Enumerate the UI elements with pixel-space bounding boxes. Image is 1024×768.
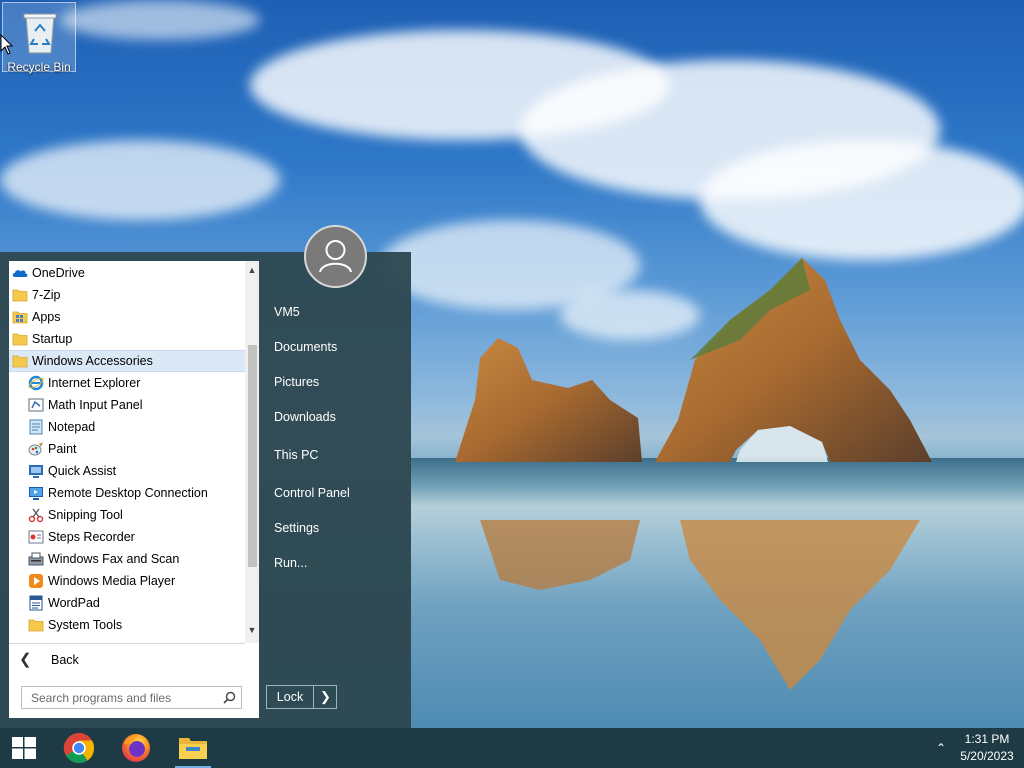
program-item-7-zip[interactable]: 7-Zip	[9, 284, 245, 306]
file-explorer-icon	[179, 738, 207, 759]
start-button[interactable]	[0, 728, 48, 768]
start-menu: OneDrive 7-Zip Apps Startup Windows Acce…	[0, 225, 411, 728]
wordpad-icon	[29, 595, 43, 611]
program-item-windows-fax-and-scan[interactable]: Windows Fax and Scan	[9, 548, 245, 570]
program-item-system-tools[interactable]: System Tools	[9, 614, 245, 636]
chevron-left-icon: ❮	[19, 651, 32, 668]
folder-icon	[12, 289, 28, 302]
user-icon	[319, 240, 352, 273]
recycle-bin-icon	[23, 13, 57, 54]
notepad-icon	[29, 419, 43, 435]
back-button[interactable]: ❮ Back	[9, 647, 245, 673]
folder-icon	[12, 355, 28, 368]
quick-assist-icon	[29, 465, 43, 478]
place-pictures[interactable]: Pictures	[262, 367, 411, 397]
place-control-panel[interactable]: Control Panel	[262, 478, 411, 508]
power-options-chevron-icon[interactable]: ❯	[314, 686, 337, 708]
clock-date: 5/20/2023	[960, 749, 1014, 763]
lock-button-group: Lock ❯	[266, 685, 337, 709]
scroll-down-arrow-icon[interactable]: ▼	[245, 623, 259, 637]
user-avatar[interactable]	[304, 225, 367, 288]
scroll-up-arrow-icon[interactable]: ▲	[245, 263, 259, 277]
program-item-windows-media-player[interactable]: Windows Media Player	[9, 570, 245, 592]
show-hidden-icons-chevron-icon[interactable]: ⌃	[930, 738, 952, 758]
search-icon[interactable]	[223, 691, 236, 704]
math-input-panel-icon	[28, 398, 44, 412]
paint-icon	[28, 442, 43, 456]
folder-icon	[28, 619, 44, 632]
place-user-vm5[interactable]: VM5	[262, 297, 411, 327]
taskbar-clock[interactable]: 1:31 PM 5/20/2023	[952, 731, 1022, 765]
mouse-cursor-icon	[0, 34, 14, 55]
search-programs-box[interactable]	[21, 686, 242, 709]
firefox-icon	[122, 734, 150, 762]
clock-time: 1:31 PM	[964, 732, 1010, 746]
remote-desktop-icon	[29, 487, 43, 500]
programs-panel: OneDrive 7-Zip Apps Startup Windows Acce…	[9, 261, 259, 718]
program-item-math-input-panel[interactable]: Math Input Panel	[9, 394, 245, 416]
place-documents[interactable]: Documents	[262, 332, 411, 362]
taskbar-file-explorer-button[interactable]	[169, 728, 217, 768]
program-item-remote-desktop-connection[interactable]: Remote Desktop Connection	[9, 482, 245, 504]
place-this-pc[interactable]: This PC	[262, 440, 411, 470]
program-item-onedrive[interactable]: OneDrive	[9, 262, 245, 284]
program-item-notepad[interactable]: Notepad	[9, 416, 245, 438]
program-item-internet-explorer[interactable]: Internet Explorer	[9, 372, 245, 394]
steps-recorder-icon	[28, 530, 44, 544]
program-item-apps[interactable]: Apps	[9, 306, 245, 328]
taskbar: ⌃ 1:31 PM 5/20/2023	[0, 728, 1024, 768]
lock-button[interactable]: Lock	[267, 686, 313, 708]
programs-scrollbar[interactable]: ▲ ▼	[245, 261, 259, 643]
snipping-tool-icon	[28, 508, 44, 523]
program-item-quick-assist[interactable]: Quick Assist	[9, 460, 245, 482]
program-item-paint[interactable]: Paint	[9, 438, 245, 460]
program-item-wordpad[interactable]: WordPad	[9, 592, 245, 614]
internet-explorer-icon	[28, 375, 44, 391]
windows-logo-icon	[12, 737, 36, 759]
search-input[interactable]	[22, 687, 218, 708]
divider	[9, 643, 245, 644]
chrome-icon	[63, 733, 95, 764]
fax-scan-icon	[28, 552, 44, 566]
onedrive-icon	[12, 270, 28, 277]
taskbar-firefox-button[interactable]	[112, 728, 160, 768]
program-item-steps-recorder[interactable]: Steps Recorder	[9, 526, 245, 548]
media-player-icon	[29, 574, 43, 588]
program-item-windows-accessories[interactable]: Windows Accessories	[9, 350, 245, 372]
program-item-snipping-tool[interactable]: Snipping Tool	[9, 504, 245, 526]
apps-icon	[12, 311, 28, 324]
program-item-startup[interactable]: Startup	[9, 328, 245, 350]
scrollbar-thumb[interactable]	[248, 345, 257, 567]
programs-list: OneDrive 7-Zip Apps Startup Windows Acce…	[9, 261, 245, 643]
place-settings[interactable]: Settings	[262, 513, 411, 543]
place-run[interactable]: Run...	[262, 548, 411, 578]
place-downloads[interactable]: Downloads	[262, 402, 411, 432]
folder-icon	[12, 333, 28, 346]
recycle-bin-label: Recycle Bin	[7, 60, 71, 74]
taskbar-chrome-button[interactable]	[55, 728, 103, 768]
